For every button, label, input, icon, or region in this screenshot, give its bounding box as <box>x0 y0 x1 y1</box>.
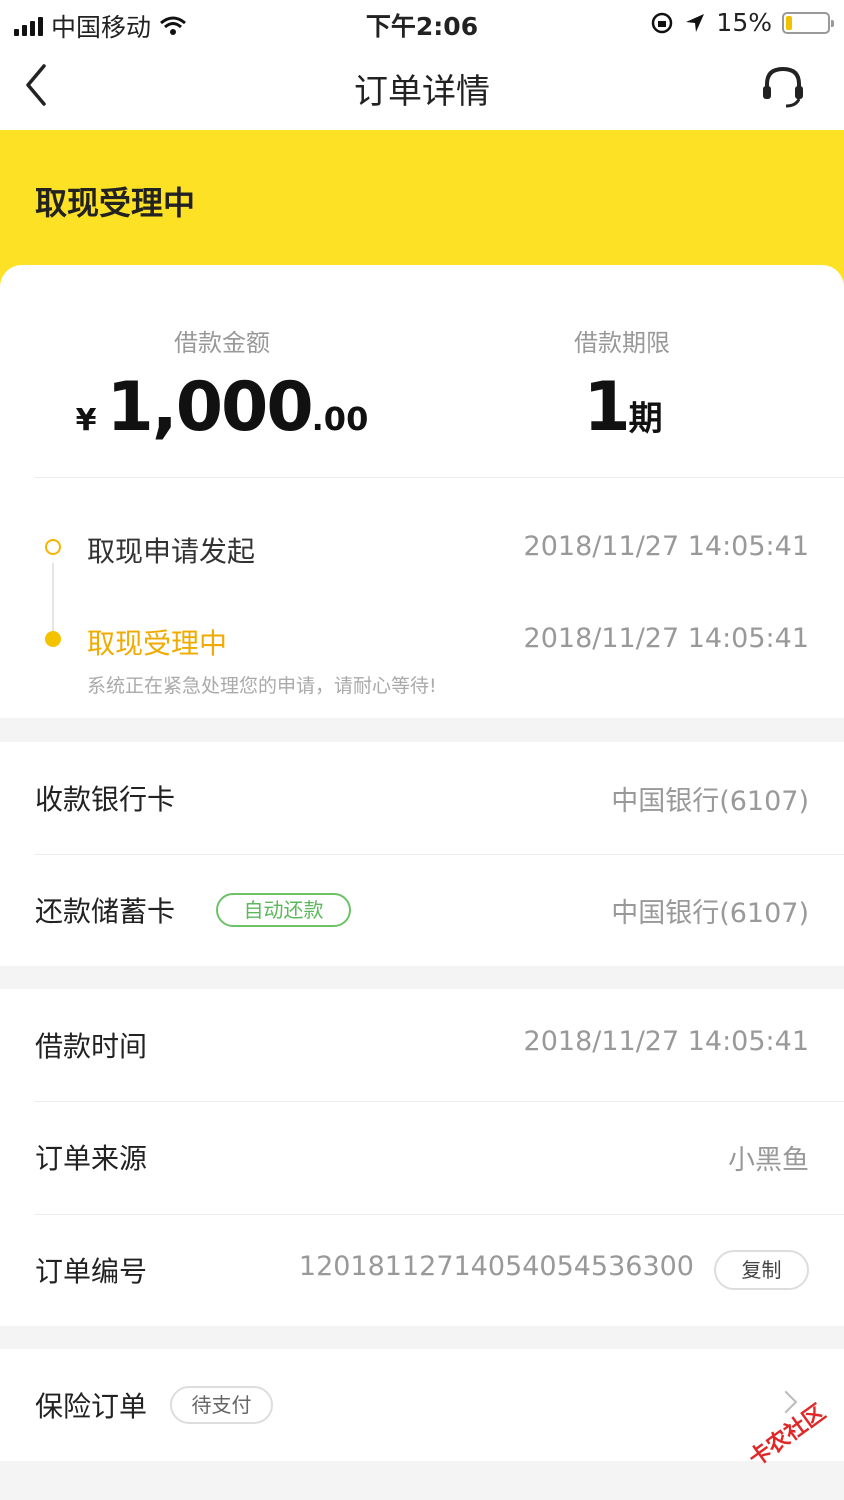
loan-term-value: 1期 <box>472 368 772 447</box>
insurance-order-label: 保险订单 <box>35 1390 148 1423</box>
status-right: 15% <box>650 8 834 37</box>
insurance-section: 保险订单 待支付 <box>0 1349 844 1461</box>
order-info-section: 借款时间 2018/11/27 14:05:41 订单来源 小黑鱼 订单编号 1… <box>0 989 844 1326</box>
receive-card-label: 收款银行卡 <box>35 783 176 816</box>
loan-amount-value: ¥1,000.00 <box>72 368 372 447</box>
pending-payment-badge: 待支付 <box>170 1386 273 1424</box>
loan-time-row: 借款时间 2018/11/27 14:05:41 <box>0 989 844 1101</box>
timeline-connector <box>52 563 54 641</box>
loan-amount-block: 借款金额 ¥1,000.00 <box>72 323 372 447</box>
location-icon <box>686 13 705 32</box>
loan-summary-card: 借款金额 ¥1,000.00 借款期限 1期 取现申请发起 2018/11/27… <box>0 265 844 718</box>
order-source-label: 订单来源 <box>35 1142 148 1175</box>
timeline-step-1-title: 取现申请发起 <box>87 535 256 568</box>
timeline-dot-active <box>45 631 61 647</box>
timeline-step-2-title: 取现受理中 <box>87 627 228 660</box>
amount-decimal: .00 <box>311 400 369 438</box>
timeline-dot-done <box>45 539 61 555</box>
order-number-value: 120181127140540545363​00 <box>298 1251 694 1282</box>
timeline-step-2-time: 2018/11/27 14:05:41 <box>523 623 809 654</box>
amount-integer: 1,000 <box>106 368 314 447</box>
receive-card-value: 中国银行(6107) <box>611 786 809 817</box>
timeline-step-1-time: 2018/11/27 14:05:41 <box>523 531 809 562</box>
repay-card-value: 中国银行(6107) <box>611 898 809 929</box>
loan-amount-label: 借款金额 <box>174 329 270 357</box>
term-number: 1 <box>583 368 630 447</box>
currency-symbol: ¥ <box>75 403 97 438</box>
repay-card-row[interactable]: 还款储蓄卡 自动还款 中国银行(6107) <box>0 854 844 966</box>
status-bar: 中国移动 下午2:06 15% <box>0 0 844 44</box>
loan-term-label: 借款期限 <box>574 329 670 357</box>
loan-term-block: 借款期限 1期 <box>472 323 772 447</box>
order-source-value: 小黑鱼 <box>728 1145 809 1176</box>
order-number-label: 订单编号 <box>35 1255 148 1288</box>
timeline-step-2-note: 系统正在紧急处理您的申请，请耐心等待! <box>87 675 437 697</box>
order-status-title: 取现受理中 <box>35 184 196 222</box>
loan-time-label: 借款时间 <box>35 1030 148 1063</box>
battery-icon <box>782 11 834 34</box>
term-unit: 期 <box>628 399 663 439</box>
auto-repay-badge: 自动还款 <box>216 893 351 927</box>
nav-bar: 订单详情 <box>0 44 844 130</box>
bank-card-section: 收款银行卡 中国银行(6107) 还款储蓄卡 自动还款 中国银行(6107) <box>0 742 844 966</box>
battery-level <box>786 15 792 30</box>
order-source-row: 订单来源 小黑鱼 <box>0 1101 844 1213</box>
receive-card-row[interactable]: 收款银行卡 中国银行(6107) <box>0 742 844 854</box>
loan-time-value: 2018/11/27 14:05:41 <box>523 1026 809 1057</box>
divider <box>35 477 844 478</box>
order-number-row: 订单编号 120181127140540545363​00 复制 <box>0 1214 844 1326</box>
rotation-lock-icon <box>652 12 673 33</box>
customer-service-icon[interactable] <box>758 62 808 112</box>
page-title: 订单详情 <box>354 72 490 112</box>
repay-card-label: 还款储蓄卡 <box>35 895 176 928</box>
battery-percent: 15% <box>716 8 772 37</box>
insurance-order-row[interactable]: 保险订单 待支付 <box>0 1349 844 1461</box>
copy-button[interactable]: 复制 <box>714 1250 809 1290</box>
